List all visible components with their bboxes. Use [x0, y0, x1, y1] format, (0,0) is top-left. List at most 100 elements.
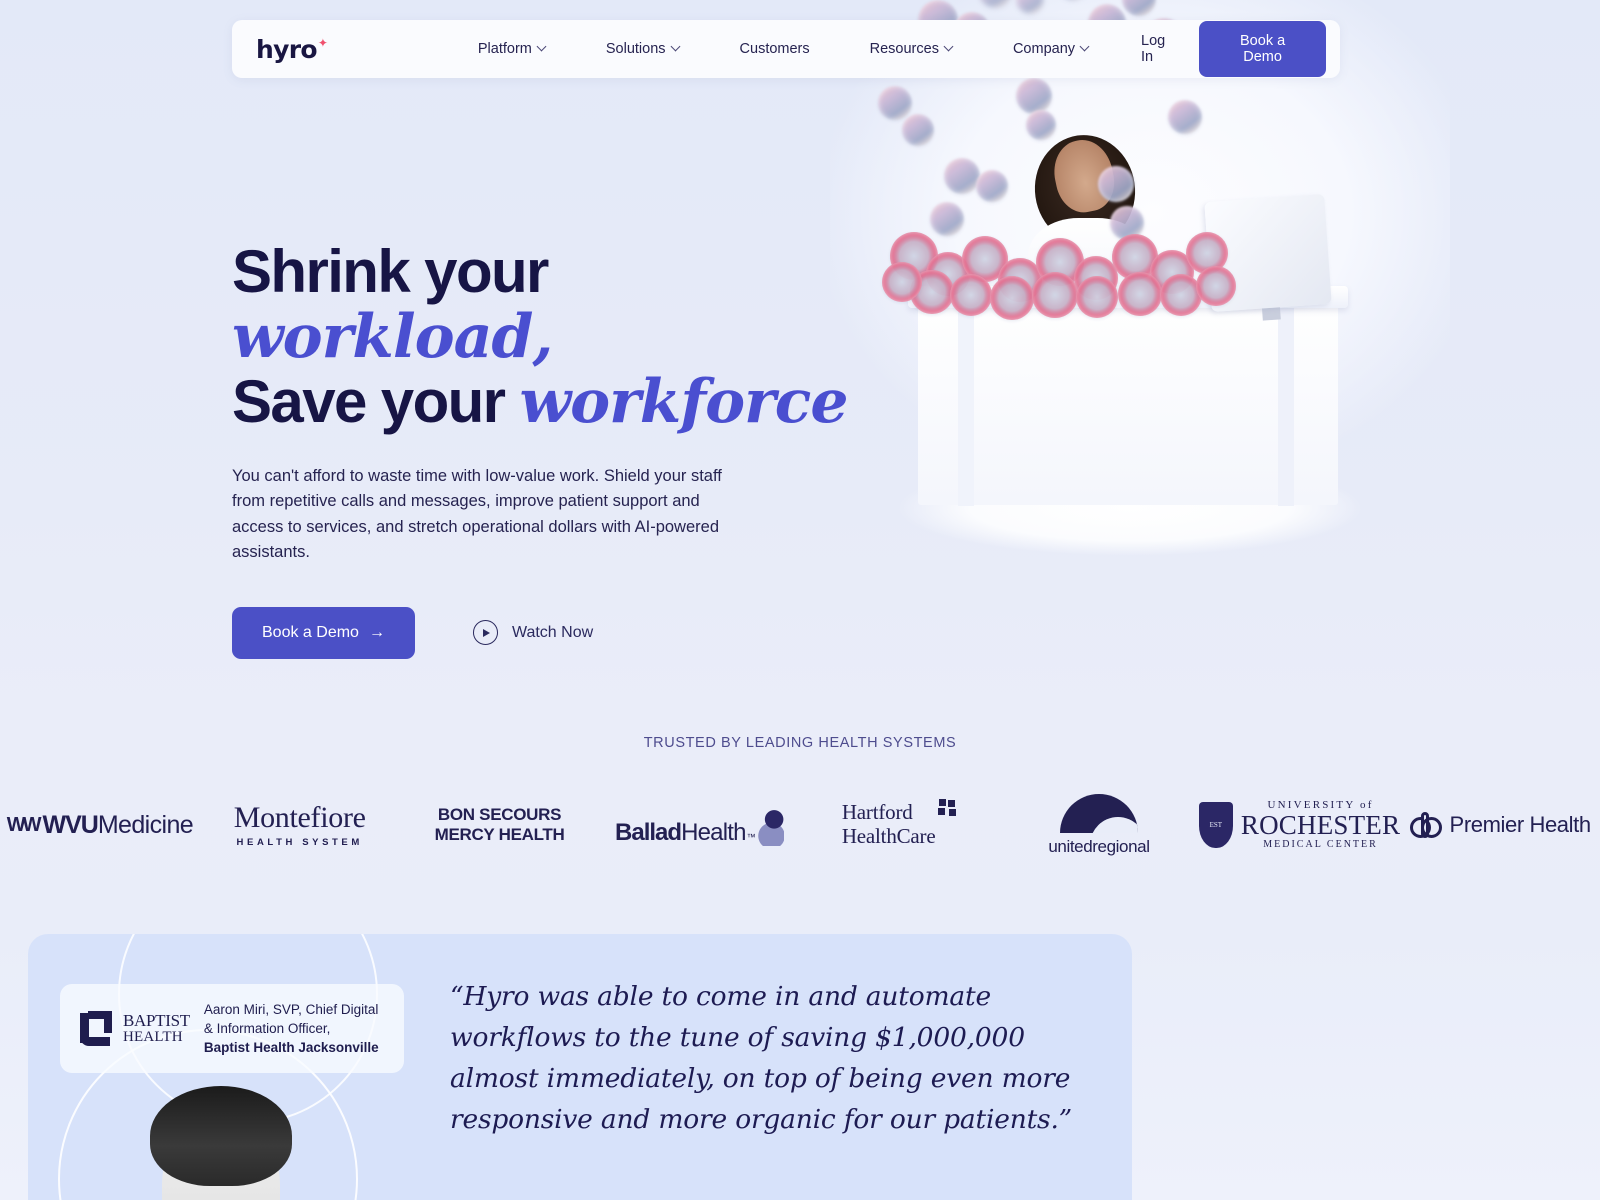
logo-wvu-bold: WVU: [42, 810, 99, 839]
desk-body: [918, 290, 1338, 505]
headline-line2-plain: Save your: [232, 367, 520, 435]
chevron-down-icon: [538, 43, 546, 51]
login-link[interactable]: Log In: [1119, 33, 1199, 65]
logo-rochester-medical-center: MEDICAL CENTER: [1263, 838, 1378, 850]
logo-baptist-bottom: HEALTH: [123, 1028, 183, 1045]
hero-content: Shrink your workload, Save your workforc…: [232, 238, 872, 659]
ballad-emblem-icon: [757, 809, 784, 846]
premier-health-cross-icon: [1409, 812, 1442, 838]
nav-item-customers-label: Customers: [739, 41, 810, 57]
logo-premier-health-name: Premier Health: [1449, 812, 1592, 837]
main-navigation-bar: hyro ✦ Platform Solutions Customers Reso…: [232, 20, 1340, 78]
person-hair: [150, 1086, 292, 1186]
hero-illustration: [830, 0, 1450, 610]
nav-item-platform-label: Platform: [477, 41, 532, 57]
baptist-health-mark-icon: [78, 1007, 118, 1051]
sparkle-icon: ✦: [317, 35, 328, 50]
logo-ballad-normal: Health: [681, 818, 746, 846]
headline-line1-emphasis: workload,: [232, 301, 553, 372]
testimonial-card: BAPTIST HEALTH Aaron Miri, SVP, Chief Di…: [28, 934, 1132, 1200]
rochester-shield-icon: EST: [1198, 801, 1233, 848]
headline-line2-emphasis: workforce: [519, 366, 849, 437]
logo-montefiore-name: Montefiore: [233, 800, 366, 834]
logo-bon-line1: BON SECOURS: [437, 804, 562, 824]
book-a-demo-label: Book a Demo: [262, 623, 359, 641]
logo-wvu-medicine: WW WVU Medicine: [0, 790, 200, 860]
logo-rochester-name: ROCHESTER: [1240, 810, 1401, 841]
chevron-down-icon: [945, 43, 953, 51]
nav-item-company[interactable]: Company: [983, 41, 1119, 57]
photo-ring-bubble: [1076, 276, 1118, 318]
logo-united-regional-name: unitedregional: [1048, 836, 1150, 856]
nav-item-platform[interactable]: Platform: [448, 41, 576, 57]
logo-ballad-bold: Ballad: [615, 818, 682, 846]
book-a-demo-button-nav[interactable]: Book a Demo: [1199, 21, 1326, 77]
logo-hartford-healthcare: Hartford HealthCare: [799, 790, 999, 860]
hero-cta-group: Book a Demo → Watch Now: [232, 606, 872, 659]
logo-montefiore: Montefiore HEALTH SYSTEM: [200, 790, 400, 860]
hyro-logo[interactable]: hyro ✦: [256, 34, 328, 64]
trusted-by-label: TRUSTED BY LEADING HEALTH SYSTEMS: [643, 735, 957, 751]
page-title: Shrink your workload, Save your workforc…: [232, 238, 872, 437]
testimonial-attribution-card: BAPTIST HEALTH Aaron Miri, SVP, Chief Di…: [60, 984, 404, 1074]
arrow-right-icon: →: [368, 623, 385, 641]
watch-now-label: Watch Now: [511, 623, 594, 641]
united-regional-arc-icon: [1059, 793, 1138, 833]
nav-item-customers[interactable]: Customers: [710, 41, 840, 57]
photo-ring-bubble: [950, 274, 992, 316]
testimonial-quote: “Hyro was able to come in and automate w…: [450, 981, 1073, 1136]
chevron-down-icon: [1081, 43, 1089, 51]
floating-bubble: [944, 158, 980, 194]
hero-subtext: You can't afford to waste time with low-…: [232, 467, 722, 561]
logo-montefiore-sub: HEALTH SYSTEM: [236, 836, 363, 848]
desk-leg-right: [1278, 308, 1294, 506]
logo-bon-line2: MERCY HEALTH: [434, 825, 565, 844]
floating-bubble: [1168, 100, 1202, 134]
attribution-line2: & Information Officer,: [203, 1021, 331, 1037]
logo-university-of-rochester-medical-center: EST UNIVERSITY of ROCHESTER MEDICAL CENT…: [1198, 790, 1401, 860]
nav-item-resources-label: Resources: [869, 41, 939, 57]
logo-baptist-top: BAPTIST: [123, 1011, 190, 1031]
logo-hartford-line2: HealthCare: [841, 824, 936, 848]
desk-leg-left: [958, 308, 974, 506]
logo-premier-health: Premier Health: [1400, 790, 1600, 860]
floating-bubble: [1016, 78, 1052, 114]
floating-bubble: [902, 114, 934, 146]
floating-bubble: [976, 170, 1008, 202]
photo-ring-bubble: [882, 262, 922, 302]
brand-wordmark: hyro: [256, 34, 318, 64]
logo-ballad-health: Ballad Health ™: [599, 790, 799, 860]
nav-item-solutions-label: Solutions: [605, 41, 666, 57]
nav-item-solutions[interactable]: Solutions: [576, 41, 710, 57]
logo-wvu-normal: Medicine: [97, 810, 194, 839]
attribution-line1: Aaron Miri, SVP, Chief Digital: [203, 1002, 379, 1017]
logo-hartford-line1: Hartford: [841, 800, 913, 825]
floating-bubble: [930, 202, 964, 236]
hartford-pinwheel-icon: [938, 799, 957, 817]
testimonial-person-photo: [132, 1086, 310, 1200]
floating-bubble: [878, 86, 912, 120]
nav-actions: Log In Book a Demo: [1119, 21, 1326, 77]
photo-ring-bubble: [1118, 272, 1162, 316]
book-a-demo-button-hero[interactable]: Book a Demo →: [232, 606, 415, 659]
floating-bubble: [1026, 110, 1056, 140]
chevron-down-icon: [672, 43, 680, 51]
nav-links: Platform Solutions Customers Resources C…: [448, 41, 1119, 57]
watch-now-button[interactable]: Watch Now: [472, 620, 594, 646]
logo-baptist-health: BAPTIST HEALTH: [78, 1007, 190, 1051]
nav-item-company-label: Company: [1012, 41, 1076, 57]
attribution-organization: Baptist Health Jacksonville: [203, 1040, 379, 1056]
photo-ring-bubble: [1032, 272, 1078, 318]
photo-ring-bubble: [1196, 266, 1236, 306]
floating-bubble: [1098, 166, 1134, 202]
testimonial-attribution-text: Aaron Miri, SVP, Chief Digital & Informa…: [204, 1000, 379, 1057]
nav-item-resources[interactable]: Resources: [840, 41, 983, 57]
customer-logo-row: WW WVU Medicine Montefiore HEALTH SYSTEM…: [0, 790, 1600, 860]
logo-united-regional: unitedregional: [999, 790, 1199, 860]
play-icon: [472, 620, 498, 646]
trademark-icon: ™: [746, 831, 756, 842]
logo-bon-secours-mercy-health: BON SECOURS MERCY HEALTH: [400, 790, 600, 860]
headline-line1-plain: Shrink your: [232, 238, 549, 305]
photo-ring-bubble: [990, 276, 1034, 320]
wvu-flying-v-icon: WW: [6, 813, 42, 836]
